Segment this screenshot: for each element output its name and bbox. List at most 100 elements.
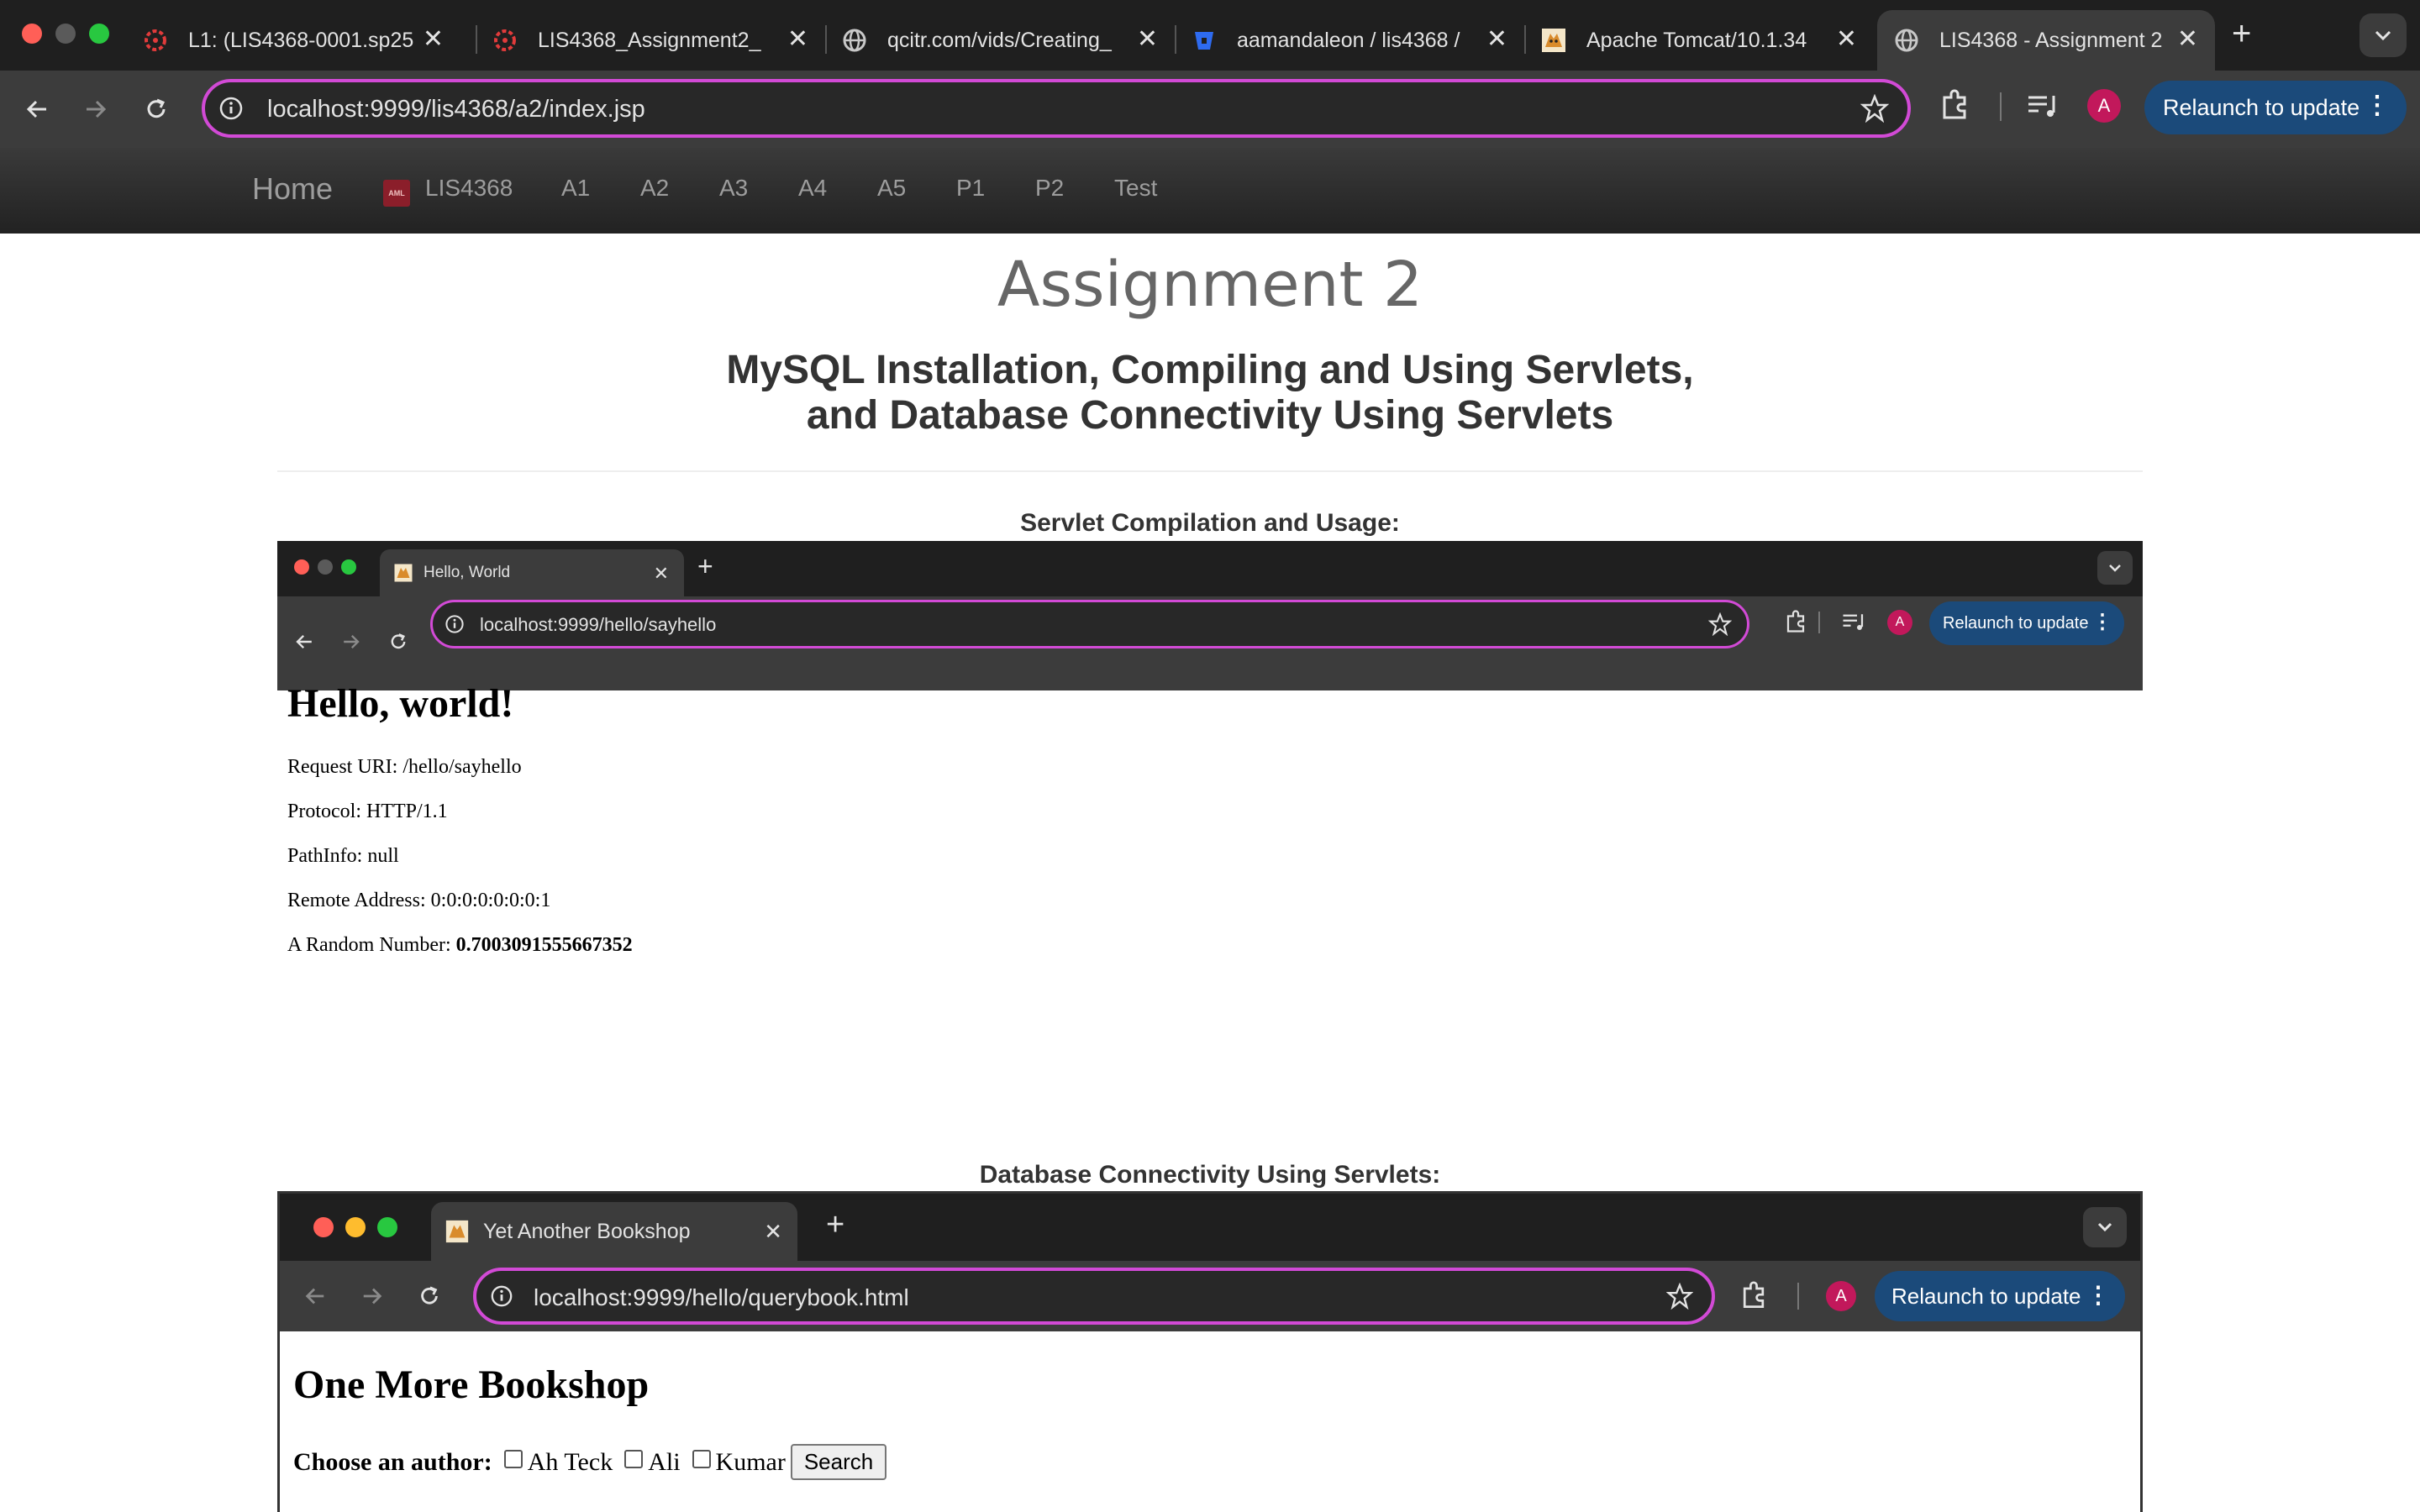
nav-item-a3[interactable]: A3 bbox=[719, 175, 748, 202]
new-tab-plus-icon: + bbox=[697, 551, 713, 581]
relaunch-to-update-button: Relaunch to update ⋮ bbox=[1929, 601, 2124, 645]
close-icon[interactable]: ✕ bbox=[1486, 27, 1507, 52]
close-icon: ✕ bbox=[653, 563, 669, 584]
author-name: Ah Teck bbox=[527, 1447, 613, 1476]
search-button[interactable]: Search bbox=[790, 1444, 887, 1480]
embedded-tab: Hello, World ✕ bbox=[380, 549, 684, 596]
embedded-address-bar: localhost:9999/hello/querybook.html bbox=[473, 1268, 1715, 1325]
tab-search-chevron-icon bbox=[2083, 1207, 2127, 1247]
browser-tab-bar: L1: (LIS4368-0001.sp25 ✕ LIS4368_Assignm… bbox=[0, 0, 2420, 71]
embedded-url: localhost:9999/hello/sayhello bbox=[480, 614, 717, 635]
back-arrow-icon bbox=[294, 632, 314, 656]
tab-label: LIS4368_Assignment2_ bbox=[538, 28, 761, 52]
nav-home-link[interactable]: Home bbox=[252, 171, 333, 207]
address-url[interactable]: localhost:9999/lis4368/a2/index.jsp bbox=[267, 96, 645, 123]
random-number-row: A Random Number: 0.7003091555667352 bbox=[287, 934, 633, 957]
tab-search-chevron-icon bbox=[2097, 551, 2133, 585]
random-number-label: A Random Number: bbox=[287, 934, 456, 956]
new-tab-plus-icon[interactable]: + bbox=[2232, 15, 2251, 53]
site-info-icon[interactable] bbox=[218, 96, 244, 125]
media-controls-icon bbox=[1842, 612, 1867, 638]
tab-label: Apache Tomcat/10.1.34 bbox=[1586, 28, 1807, 52]
tomcat-icon bbox=[445, 1219, 470, 1244]
forward-arrow-icon bbox=[360, 1284, 384, 1312]
hello-heading: Hello, world! bbox=[287, 681, 514, 726]
tab-search-chevron-icon[interactable] bbox=[2360, 13, 2407, 57]
address-bar[interactable]: localhost:9999/lis4368/a2/index.jsp bbox=[202, 79, 1911, 138]
bookmark-star-icon bbox=[1665, 1282, 1694, 1314]
close-icon[interactable]: ✕ bbox=[787, 27, 808, 52]
browser-tab-4[interactable]: aamandaleon / lis4368 / ✕ bbox=[1175, 10, 1524, 71]
tomcat-icon bbox=[1539, 26, 1568, 55]
divider bbox=[277, 470, 2143, 472]
tab-label: aamandaleon / lis4368 / bbox=[1237, 28, 1460, 52]
profile-avatar: A bbox=[1887, 610, 1912, 635]
kebab-menu-icon[interactable]: ⋮ bbox=[2365, 91, 2390, 121]
forward-arrow-icon[interactable] bbox=[76, 89, 116, 129]
author-checkbox-ah-teck[interactable] bbox=[503, 1449, 523, 1468]
screenshot-hello-world: Hello, World ✕ + localhost:9999/hello/sa… bbox=[277, 541, 2143, 1089]
close-icon[interactable]: ✕ bbox=[2177, 27, 2198, 52]
nav-item-a5[interactable]: A5 bbox=[877, 175, 906, 202]
extensions-puzzle-icon[interactable] bbox=[1938, 89, 1971, 127]
page-subtitle: MySQL Installation, Compiling and Using … bbox=[0, 348, 2420, 438]
relaunch-to-update-button[interactable]: Relaunch to update ⋮ bbox=[2144, 81, 2407, 134]
tab-label: qcitr.com/vids/Creating_ bbox=[887, 28, 1112, 52]
browser-tab-5[interactable]: Apache Tomcat/10.1.34 ✕ bbox=[1524, 10, 1874, 71]
browser-tab-1[interactable]: L1: (LIS4368-0001.sp25 ✕ bbox=[126, 10, 460, 71]
reload-icon[interactable] bbox=[136, 89, 176, 129]
nav-item-test[interactable]: Test bbox=[1114, 175, 1157, 202]
nav-item-a2[interactable]: A2 bbox=[640, 175, 669, 202]
bitbucket-icon bbox=[1190, 26, 1218, 55]
embedded-tab-label: Yet Another Bookshop bbox=[483, 1219, 691, 1243]
subtitle-line-2: and Database Connectivity Using Servlets bbox=[806, 393, 1614, 438]
embedded-tab-label: Hello, World bbox=[424, 564, 511, 581]
nav-item-a1[interactable]: A1 bbox=[561, 175, 590, 202]
close-icon[interactable]: ✕ bbox=[1836, 27, 1857, 52]
back-arrow-icon[interactable] bbox=[17, 89, 57, 129]
minimize-window-button[interactable] bbox=[55, 24, 76, 44]
back-arrow-icon bbox=[303, 1284, 327, 1312]
tab-label: LIS4368 - Assignment 2 bbox=[1939, 28, 2163, 52]
author-checkbox-kumar[interactable] bbox=[692, 1449, 711, 1468]
kebab-menu-icon: ⋮ bbox=[2086, 1282, 2110, 1308]
extensions-puzzle-icon bbox=[1783, 610, 1808, 639]
relaunch-label: Relaunch to update bbox=[2163, 94, 2360, 120]
nav-item-p2[interactable]: P2 bbox=[1035, 175, 1064, 202]
close-icon: ✕ bbox=[764, 1219, 782, 1244]
canvas-icon bbox=[491, 26, 519, 55]
author-checkbox-ali[interactable] bbox=[624, 1449, 644, 1468]
reload-icon bbox=[418, 1284, 441, 1312]
author-name: Kumar bbox=[715, 1447, 786, 1476]
browser-tab-2[interactable]: LIS4368_Assignment2_ ✕ bbox=[476, 10, 825, 71]
reload-icon bbox=[388, 632, 408, 656]
screenshot-bookshop: Yet Another Bookshop ✕ + localhost:9999/… bbox=[277, 1191, 2143, 1512]
forward-arrow-icon bbox=[341, 632, 361, 656]
random-number-value: 0.7003091555667352 bbox=[455, 934, 633, 956]
browser-tab-3[interactable]: qcitr.com/vids/Creating_ ✕ bbox=[825, 10, 1175, 71]
embedded-address-bar: localhost:9999/hello/sayhello bbox=[430, 600, 1749, 648]
nav-course-link[interactable]: LIS4368 bbox=[425, 175, 513, 202]
site-navbar: Home AML LIS4368 A1 A2 A3 A4 A5 P1 P2 Te… bbox=[0, 148, 2420, 234]
zoom-window-button[interactable] bbox=[89, 24, 109, 44]
subtitle-line-1: MySQL Installation, Compiling and Using … bbox=[726, 348, 1694, 392]
nav-item-p1[interactable]: P1 bbox=[956, 175, 985, 202]
site-info-icon bbox=[445, 614, 465, 638]
section-heading-servlet: Servlet Compilation and Usage: bbox=[1020, 509, 1400, 537]
bookshop-heading: One More Bookshop bbox=[293, 1362, 650, 1407]
media-controls-icon[interactable] bbox=[2027, 92, 2060, 125]
kebab-menu-icon: ⋮ bbox=[2092, 611, 2112, 633]
browser-tab-6-active[interactable]: LIS4368 - Assignment 2 ✕ bbox=[1877, 10, 2215, 71]
close-window-button[interactable] bbox=[22, 24, 42, 44]
new-tab-plus-icon: + bbox=[826, 1207, 845, 1242]
tab-label: L1: (LIS4368-0001.sp25 bbox=[188, 28, 414, 52]
close-icon[interactable]: ✕ bbox=[1137, 27, 1158, 52]
relaunch-label: Relaunch to update bbox=[1891, 1283, 2081, 1309]
relaunch-to-update-button: Relaunch to update ⋮ bbox=[1875, 1271, 2125, 1321]
nav-item-a4[interactable]: A4 bbox=[798, 175, 827, 202]
profile-avatar[interactable]: A bbox=[2087, 89, 2121, 123]
bookmark-star-icon[interactable] bbox=[1860, 93, 1890, 127]
close-icon[interactable]: ✕ bbox=[423, 27, 444, 52]
embedded-tab: Yet Another Bookshop ✕ bbox=[431, 1202, 797, 1261]
embedded-url: localhost:9999/hello/querybook.html bbox=[534, 1284, 909, 1310]
